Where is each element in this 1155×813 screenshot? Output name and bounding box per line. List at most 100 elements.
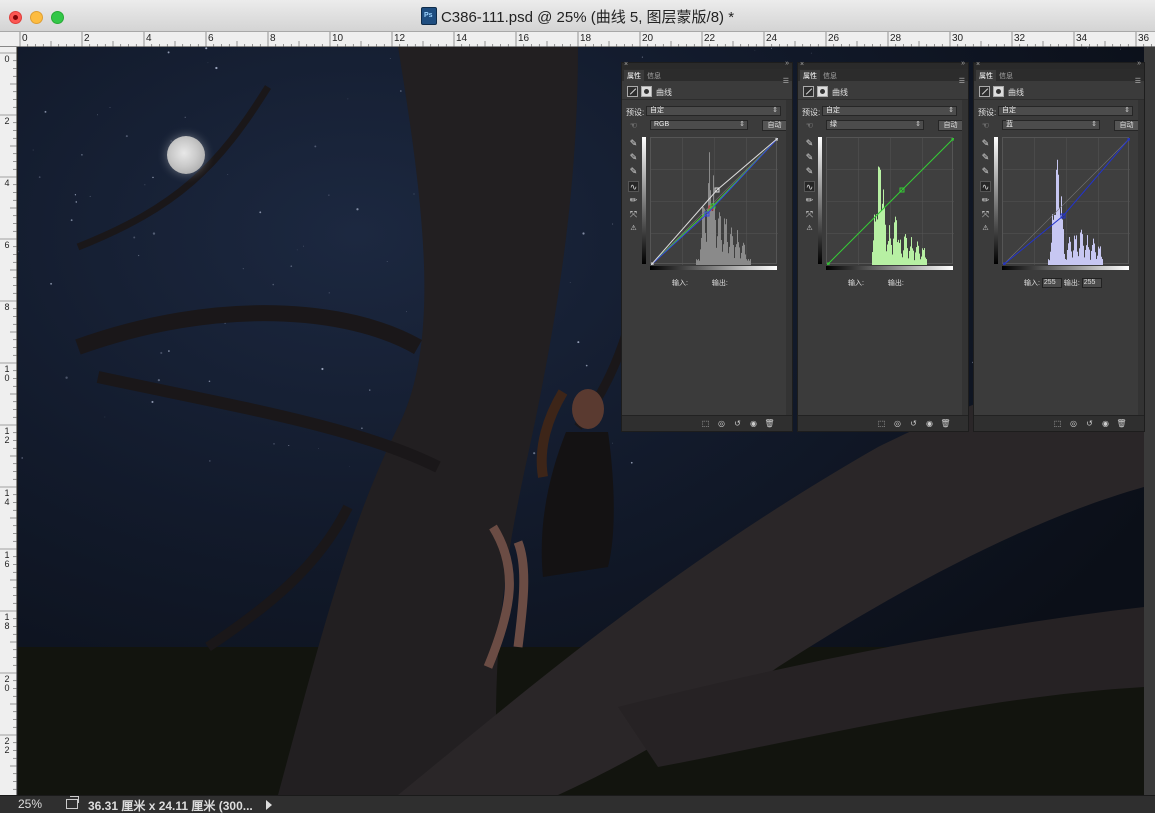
clipping-warning-icon[interactable]: ⚠ <box>980 223 991 234</box>
histogram-bar <box>1078 256 1079 265</box>
panel-footer: ⬚ ◎ ↺ ◉ 🗑 <box>622 415 792 431</box>
curve-point-tool-icon[interactable]: ∿ <box>980 181 991 192</box>
auto-button[interactable]: 自动 <box>938 120 963 131</box>
histogram-bar <box>736 244 737 265</box>
status-menu-arrow-icon[interactable] <box>266 800 272 810</box>
curves-graph[interactable] <box>826 137 954 265</box>
gray-point-eyedropper-icon[interactable]: ✎ <box>804 152 815 163</box>
panel-scrollbar[interactable] <box>1138 100 1144 415</box>
zoom-level[interactable]: 25% <box>18 797 42 811</box>
toggle-visibility-icon[interactable]: ◉ <box>748 418 759 429</box>
star <box>44 110 47 113</box>
share-icon[interactable] <box>66 796 79 809</box>
curves-graph-svg <box>827 138 954 265</box>
black-point-eyedropper-icon[interactable]: ✎ <box>628 138 639 149</box>
preset-select[interactable]: 自定 <box>646 106 781 116</box>
panel-collapse-icon[interactable]: » <box>961 60 965 67</box>
histogram-bar <box>1083 245 1084 265</box>
smooth-curve-icon[interactable]: ⤧ <box>628 209 639 220</box>
auto-button[interactable]: 自动 <box>1114 120 1139 131</box>
smooth-curve-icon[interactable]: ⤧ <box>980 209 991 220</box>
channel-select[interactable]: RGB <box>650 120 748 130</box>
clip-to-layer-icon[interactable]: ⬚ <box>700 418 711 429</box>
curves-graph[interactable] <box>650 137 778 265</box>
star <box>273 443 275 445</box>
curves-graph[interactable] <box>1002 137 1130 265</box>
curves-adjustment-icon[interactable] <box>627 86 638 97</box>
layer-mask-icon[interactable] <box>817 86 828 97</box>
reset-adjustment-icon[interactable]: ↺ <box>1084 418 1095 429</box>
on-image-adjust-icon[interactable]: ☜ <box>628 120 639 131</box>
layer-mask-icon[interactable] <box>641 86 652 97</box>
panel-collapse-icon[interactable]: » <box>1137 60 1141 67</box>
input-gradient-bar <box>650 266 777 270</box>
output-value-field[interactable]: 255 <box>1081 278 1102 289</box>
delete-adjustment-icon[interactable]: 🗑 <box>940 418 951 429</box>
pencil-draw-icon[interactable]: ✏ <box>804 195 815 206</box>
panel-collapse-icon[interactable]: » <box>785 60 789 67</box>
layer-mask-icon[interactable] <box>993 86 1004 97</box>
ruler-tick-label: 4 <box>146 33 152 44</box>
on-image-adjust-icon[interactable]: ☜ <box>980 120 991 131</box>
black-point-eyedropper-icon[interactable]: ✎ <box>804 138 815 149</box>
pencil-draw-icon[interactable]: ✏ <box>980 195 991 206</box>
tab-properties[interactable]: 属性 <box>624 70 644 81</box>
tab-info[interactable]: 信息 <box>820 70 840 81</box>
input-value-field[interactable]: 255 <box>1041 278 1062 289</box>
delete-adjustment-icon[interactable]: 🗑 <box>764 418 775 429</box>
black-point-eyedropper-icon[interactable]: ✎ <box>980 138 991 149</box>
smooth-curve-icon[interactable]: ⤧ <box>804 209 815 220</box>
pencil-draw-icon[interactable]: ✏ <box>628 195 639 206</box>
horizontal-ruler[interactable]: 0 2 4 6 8 10 12 14 16 18 20 22 24 26 28 30 32 34 36 <box>0 32 1155 47</box>
vertical-ruler[interactable]: 0 2 4 6 8 1 0 1 2 1 4 1 6 1 8 2 0 2 2 <box>0 47 17 795</box>
tab-properties[interactable]: 属性 <box>976 70 996 81</box>
view-previous-state-icon[interactable]: ◎ <box>1068 418 1079 429</box>
curves-adjustment-icon[interactable] <box>803 86 814 97</box>
channel-select[interactable]: 绿 <box>826 120 924 130</box>
auto-button[interactable]: 自动 <box>762 120 787 131</box>
curve-point-tool-icon[interactable]: ∿ <box>628 181 639 192</box>
ruler-tick-label: 26 <box>828 33 840 44</box>
gray-point-eyedropper-icon[interactable]: ✎ <box>980 152 991 163</box>
histogram-bar <box>1088 247 1089 265</box>
on-image-adjust-icon[interactable]: ☜ <box>804 120 815 131</box>
star <box>386 260 388 262</box>
tab-properties[interactable]: 属性 <box>800 70 820 81</box>
clipping-warning-icon[interactable]: ⚠ <box>804 223 815 234</box>
panel-close-icon[interactable]: × <box>624 61 628 68</box>
gray-point-eyedropper-icon[interactable]: ✎ <box>628 152 639 163</box>
white-point-eyedropper-icon[interactable]: ✎ <box>804 166 815 177</box>
reset-adjustment-icon[interactable]: ↺ <box>732 418 743 429</box>
ruler-tick-label: 22 <box>704 33 716 44</box>
delete-adjustment-icon[interactable]: 🗑 <box>1116 418 1127 429</box>
panel-scrollbar[interactable] <box>786 100 792 415</box>
view-previous-state-icon[interactable]: ◎ <box>892 418 903 429</box>
white-point-eyedropper-icon[interactable]: ✎ <box>628 166 639 177</box>
curves-properties-panel-3: × » 属性 信息 ☰ 曲线 预设: 自定 ☜ 蓝 自动 ✎ ✎ ✎ ∿ ✏ ⤧… <box>973 60 1145 432</box>
panel-close-icon[interactable]: × <box>976 61 980 68</box>
histogram-bar <box>914 260 915 265</box>
panel-close-icon[interactable]: × <box>800 61 804 68</box>
preset-select[interactable]: 自定 <box>998 106 1133 116</box>
tab-info[interactable]: 信息 <box>644 70 664 81</box>
preset-select[interactable]: 自定 <box>822 106 957 116</box>
histogram-bar <box>1060 215 1061 265</box>
clip-to-layer-icon[interactable]: ⬚ <box>876 418 887 429</box>
tab-info[interactable]: 信息 <box>996 70 1016 81</box>
view-previous-state-icon[interactable]: ◎ <box>716 418 727 429</box>
curves-adjustment-icon[interactable] <box>979 86 990 97</box>
reset-adjustment-icon[interactable]: ↺ <box>908 418 919 429</box>
panel-scrollbar[interactable] <box>962 100 968 415</box>
clip-to-layer-icon[interactable]: ⬚ <box>1052 418 1063 429</box>
star <box>413 193 415 195</box>
toggle-visibility-icon[interactable]: ◉ <box>1100 418 1111 429</box>
curve-point-tool-icon[interactable]: ∿ <box>804 181 815 192</box>
white-point-eyedropper-icon[interactable]: ✎ <box>980 166 991 177</box>
star <box>167 51 170 54</box>
toggle-visibility-icon[interactable]: ◉ <box>924 418 935 429</box>
histogram-bar <box>1050 251 1051 265</box>
window-titlebar: C386-111.psd @ 25% (曲线 5, 图层蒙版/8) * <box>0 0 1155 32</box>
histogram-bar <box>874 214 875 265</box>
channel-select[interactable]: 蓝 <box>1002 120 1100 130</box>
clipping-warning-icon[interactable]: ⚠ <box>628 223 639 234</box>
